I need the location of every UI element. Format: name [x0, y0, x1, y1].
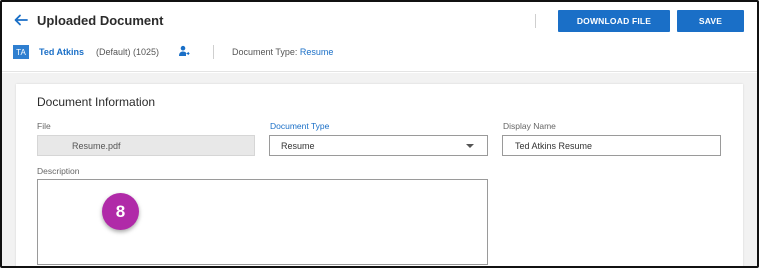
display-name-input[interactable]: Ted Atkins Resume	[502, 135, 721, 156]
file-value: Resume.pdf	[72, 140, 121, 151]
document-page: Uploaded Document DOWNLOAD FILE SAVE TA …	[0, 0, 759, 268]
document-type-select[interactable]: Resume	[269, 135, 488, 156]
save-button[interactable]: SAVE	[677, 10, 744, 32]
header-divider	[535, 14, 536, 28]
file-label: File	[37, 121, 51, 131]
page-header: Uploaded Document DOWNLOAD FILE SAVE TA …	[2, 2, 757, 72]
meta-divider	[213, 45, 214, 59]
header-document-type-value: Resume	[299, 47, 334, 57]
employee-name-link[interactable]: Ted Atkins	[39, 47, 84, 57]
arrow-left-icon[interactable]	[13, 12, 29, 28]
section-title: Document Information	[37, 95, 156, 109]
display-name-label: Display Name	[503, 121, 556, 131]
document-type-label: Document Type	[270, 121, 330, 131]
avatar: TA	[13, 45, 29, 59]
description-label: Description	[37, 166, 80, 176]
download-file-button[interactable]: DOWNLOAD FILE	[558, 10, 670, 32]
employee-meta: (Default) (1025)	[96, 47, 160, 57]
display-name-value: Ted Atkins Resume	[515, 140, 593, 151]
person-link-icon[interactable]	[178, 45, 190, 57]
document-type-value: Resume	[281, 140, 315, 151]
page-title: Uploaded Document	[37, 13, 164, 28]
step-number-badge: 8	[102, 193, 139, 230]
header-document-type: Document Type: Resume	[232, 47, 333, 57]
file-field: Resume.pdf	[37, 135, 255, 156]
chevron-down-icon	[466, 144, 474, 148]
header-document-type-label: Document Type:	[232, 47, 300, 57]
